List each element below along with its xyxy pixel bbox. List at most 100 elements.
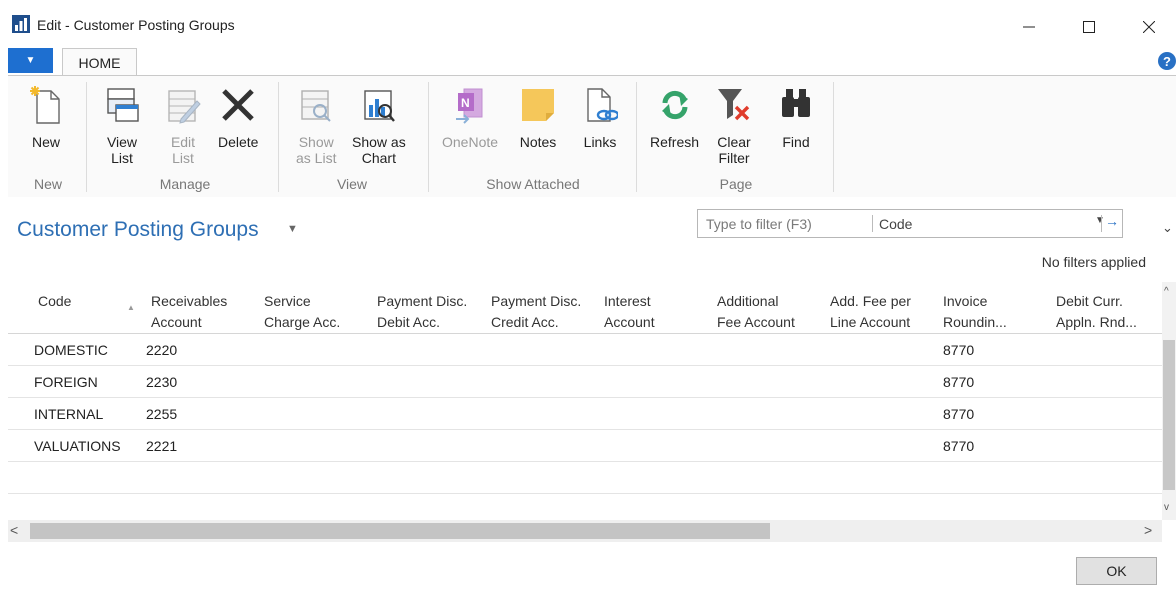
view-list-button[interactable]: View List [102,82,142,166]
minimize-button[interactable] [1006,10,1052,44]
cell-invoice-rounding[interactable]: 8770 [943,342,974,358]
group-separator [86,82,87,192]
onenote-label: OneNote [442,134,499,150]
column-header-payment-disc-debit-acc[interactable]: Payment Disc. Debit Acc. [377,291,467,333]
links-button[interactable]: Links [580,82,620,150]
application-menu-button[interactable]: ▼ [8,48,53,73]
group-separator [833,82,834,192]
cell-receivables-account[interactable]: 2230 [146,374,177,390]
group-label-view: View [336,176,368,192]
edit-list-button[interactable]: Edit List [163,82,203,166]
table-row[interactable]: DOMESTIC 2220 8770 [8,334,1162,366]
column-header-code[interactable]: Code [38,291,71,312]
column-header-service-charge-acc[interactable]: Service Charge Acc. [264,291,340,333]
notes-icon [522,89,554,121]
cell-code[interactable]: DOMESTIC [34,342,108,358]
close-icon [1143,21,1155,33]
new-button[interactable]: New [26,82,66,150]
minimize-icon [1023,26,1035,28]
edit-list-icon [168,90,201,124]
table-row[interactable]: FOREIGN 2230 8770 [8,366,1162,398]
ribbon: New New View List Edit List Delete Manag… [8,75,1176,197]
chevron-left-icon[interactable]: < [10,522,18,538]
tab-home[interactable]: HOME [62,48,137,77]
filter-divider [872,215,873,232]
column-header-debit-curr-appln-rnd[interactable]: Debit Curr. Appln. Rnd... [1056,291,1137,333]
page-title: Customer Posting Groups [17,218,259,241]
clear-filter-button[interactable]: Clear Filter [714,82,754,166]
group-label-manage: Manage [159,176,211,192]
group-separator [636,82,637,192]
show-as-list-button[interactable]: Show as List [296,82,336,166]
column-header-add-fee-per-line-account[interactable]: Add. Fee per Line Account [830,291,911,333]
cell-receivables-account[interactable]: 2220 [146,342,177,358]
find-button[interactable]: Find [776,82,816,150]
refresh-icon [661,90,688,120]
horizontal-scrollbar[interactable]: < > [8,520,1162,542]
cell-code[interactable]: INTERNAL [34,406,103,422]
table-row-empty[interactable] [8,462,1162,494]
links-icon [587,88,618,122]
group-label-show-attached: Show Attached [486,176,580,192]
refresh-button[interactable]: Refresh [650,82,699,150]
cell-receivables-account[interactable]: 2255 [146,406,177,422]
column-header-interest-account[interactable]: Interest Account [604,291,655,333]
view-list-icon [107,88,139,122]
show-as-chart-button[interactable]: Show as Chart [352,82,406,166]
show-as-chart-icon [364,90,395,122]
show-as-chart-label: Show as Chart [352,134,406,166]
arrow-right-icon[interactable]: → [1105,213,1119,229]
help-icon[interactable]: ? [1158,52,1176,70]
filter-input[interactable] [698,210,872,237]
column-header-additional-fee-account[interactable]: Additional Fee Account [717,291,795,333]
maximize-icon [1083,21,1095,33]
ribbon-tab-row: ▼ HOME ? [0,48,1176,77]
links-label: Links [583,134,617,150]
vertical-scroll-thumb[interactable] [1163,340,1175,490]
app-logo-icon [12,15,30,33]
onenote-icon: N [456,88,483,124]
notes-label: Notes [519,134,557,150]
notes-button[interactable]: Notes [518,82,558,150]
clear-filter-icon [718,89,750,121]
window-title: Edit - Customer Posting Groups [37,17,235,33]
chevron-down-icon[interactable]: v [1164,502,1169,513]
column-header-invoice-rounding[interactable]: Invoice Roundin... [943,291,1007,333]
chevron-down-icon[interactable]: ⌄ [1162,220,1173,236]
close-button[interactable] [1126,10,1172,44]
cell-invoice-rounding[interactable]: 8770 [943,438,974,454]
table-row[interactable]: INTERNAL 2255 8770 [8,398,1162,430]
onenote-button[interactable]: N OneNote [442,82,498,150]
maximize-button[interactable] [1066,10,1112,44]
filter-status-text: No filters applied [1041,254,1146,270]
data-grid: Code ▲ Receivables Account Service Charg… [8,282,1162,520]
sort-ascending-icon: ▲ [127,303,135,312]
cell-code[interactable]: VALUATIONS [34,438,121,454]
delete-button[interactable]: Delete [218,82,258,150]
horizontal-scroll-thumb[interactable] [30,523,770,539]
cell-invoice-rounding[interactable]: 8770 [943,374,974,390]
cell-code[interactable]: FOREIGN [34,374,98,390]
column-header-receivables-account[interactable]: Receivables Account [151,291,227,333]
find-label: Find [782,134,810,150]
filter-field-select[interactable]: Code [879,216,912,232]
table-row[interactable]: VALUATIONS 2221 8770 [8,430,1162,462]
svg-text:N: N [461,96,470,110]
cell-receivables-account[interactable]: 2221 [146,438,177,454]
cell-invoice-rounding[interactable]: 8770 [943,406,974,422]
group-label-new: New [33,176,63,192]
chevron-right-icon[interactable]: > [1144,522,1152,538]
ok-button[interactable]: OK [1076,557,1157,585]
new-button-label: New [31,134,60,150]
vertical-scrollbar[interactable]: ^ v [1162,282,1176,520]
view-list-label: View List [106,134,138,166]
title-bar: Edit - Customer Posting Groups [0,0,1176,44]
column-header-payment-disc-credit-acc[interactable]: Payment Disc. Credit Acc. [491,291,581,333]
chevron-up-icon[interactable]: ^ [1164,286,1169,297]
chevron-down-icon[interactable]: ▼ [1095,215,1105,226]
chevron-down-icon[interactable]: ▼ [287,223,298,235]
chevron-down-icon: ▼ [25,55,36,66]
new-document-icon [30,86,60,124]
show-as-list-icon [301,90,331,122]
delete-icon [222,89,255,121]
